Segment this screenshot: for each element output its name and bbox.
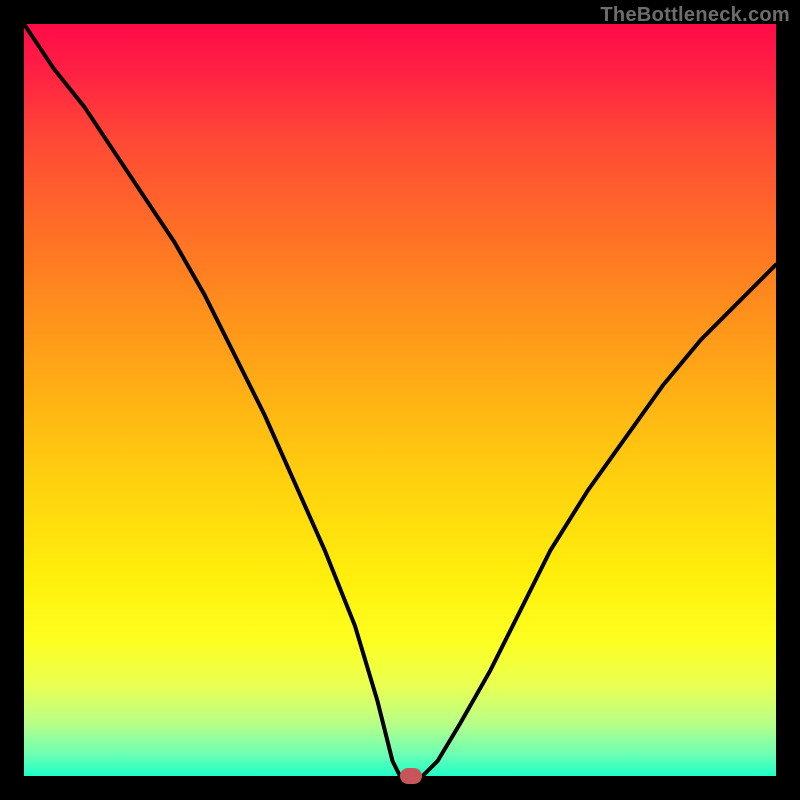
watermark-text: TheBottleneck.com [600, 4, 790, 27]
chart-frame: TheBottleneck.com [0, 0, 800, 800]
bottleneck-curve [24, 24, 776, 776]
plot-area [24, 24, 776, 776]
min-marker [400, 768, 422, 784]
